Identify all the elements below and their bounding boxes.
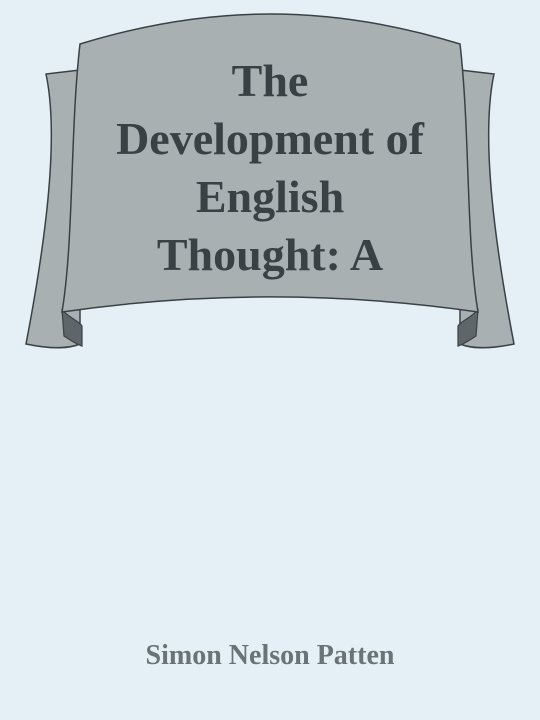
book-title-line: The (231, 55, 309, 106)
book-title: The Development of English Thought: A (70, 52, 470, 284)
book-title-line: Development of (116, 113, 424, 164)
book-author: Simon Nelson Patten (145, 640, 395, 671)
book-cover: The Development of English Thought: A Si… (0, 0, 540, 720)
book-title-line: Thought: A (156, 229, 384, 280)
book-title-line: English (195, 171, 345, 222)
